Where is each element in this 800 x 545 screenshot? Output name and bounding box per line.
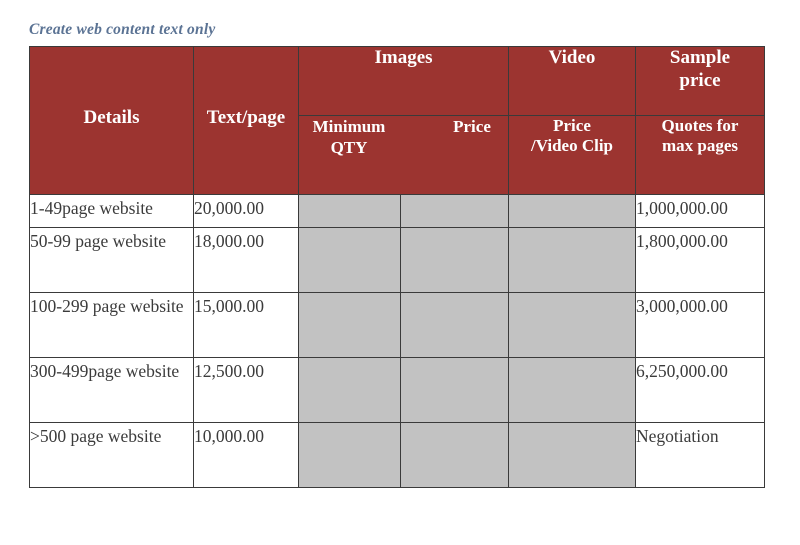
cell-images-min-qty [298,194,401,228]
table-row: 1-49page website 20,000.00 1,000,000.00 [29,194,765,228]
header-minimum-qty-line1: Minimum [312,117,386,136]
table-row: 300-499page website 12,500.00 6,250,000.… [29,357,765,423]
header-images-group: Images [298,46,509,116]
cell-images-min-qty [298,292,401,358]
header-images-label: Images [374,47,433,68]
cell-price-per-video-clip [508,422,636,488]
header-minimum-qty-line2: QTY [330,138,368,158]
header-video-label: Video [548,47,596,68]
cell-text-per-page: 18,000.00 [193,227,299,293]
cell-images-price [400,422,509,488]
table-body: 1-49page website 20,000.00 1,000,000.00 … [29,194,765,488]
header-price-per-video-clip-line2: /Video Clip [530,136,614,156]
cell-images-min-qty [298,227,401,293]
header-video-group: Video [508,46,636,116]
cell-images-price [400,292,509,358]
cell-details: >500 page website [29,422,194,488]
header-sample-price-line2: price [679,69,721,91]
cell-details: 300-499page website [29,357,194,423]
cell-quotes-for-max-pages: 1,800,000.00 [635,227,765,293]
cell-quotes-for-max-pages: Negotiation [635,422,765,488]
header-quotes-for-max-pages: Quotes for max pages [635,115,765,195]
cell-text-per-page: 10,000.00 [193,422,299,488]
cell-details: 100-299 page website [29,292,194,358]
cell-quotes-for-max-pages: 6,250,000.00 [635,357,765,423]
cell-quotes-for-max-pages: 3,000,000.00 [635,292,765,358]
pricing-table-container: Details Text/page Images Video Sample pr… [29,46,765,488]
cell-price-per-video-clip [508,227,636,293]
cell-details: 1-49page website [29,194,194,228]
table-row: >500 page website 10,000.00 Negotiation [29,422,765,488]
header-quotes-line1: Quotes for [661,116,739,135]
cell-images-price [400,194,509,228]
table-header: Details Text/page Images Video Sample pr… [29,46,765,195]
header-images-minqty-price: Minimum QTY Price [298,115,509,195]
header-group-row: Details Text/page Images Video Sample pr… [29,46,765,195]
cell-details: 50-99 page website [29,227,194,293]
cell-text-per-page: 20,000.00 [193,194,299,228]
cell-price-per-video-clip [508,357,636,423]
header-quotes-line2: max pages [661,136,739,156]
pricing-table: Details Text/page Images Video Sample pr… [29,46,765,488]
header-sample-price-line1: Sample [669,47,731,68]
header-price-per-video-clip-line1: Price [553,116,591,135]
table-row: 100-299 page website 15,000.00 3,000,000… [29,292,765,358]
cell-images-min-qty [298,422,401,488]
cell-quotes-for-max-pages: 1,000,000.00 [635,194,765,228]
document-page: Create web content text only Details Tex… [0,0,800,545]
header-minimum-qty: Minimum QTY [299,116,399,159]
cell-images-min-qty [298,357,401,423]
header-text-per-page: Text/page [193,46,299,195]
header-sample-price-group: Sample price [635,46,765,116]
cell-price-per-video-clip [508,292,636,358]
header-images-price: Price [453,117,491,136]
cell-text-per-page: 12,500.00 [193,357,299,423]
header-details: Details [29,46,194,195]
header-price-per-video-clip: Price /Video Clip [508,115,636,195]
page-title: Create web content text only [29,21,216,38]
cell-images-price [400,227,509,293]
cell-price-per-video-clip [508,194,636,228]
table-row: 50-99 page website 18,000.00 1,800,000.0… [29,227,765,293]
header-text-per-page-label: Text/page [206,107,286,128]
cell-images-price [400,357,509,423]
cell-text-per-page: 15,000.00 [193,292,299,358]
header-details-label: Details [83,107,140,128]
